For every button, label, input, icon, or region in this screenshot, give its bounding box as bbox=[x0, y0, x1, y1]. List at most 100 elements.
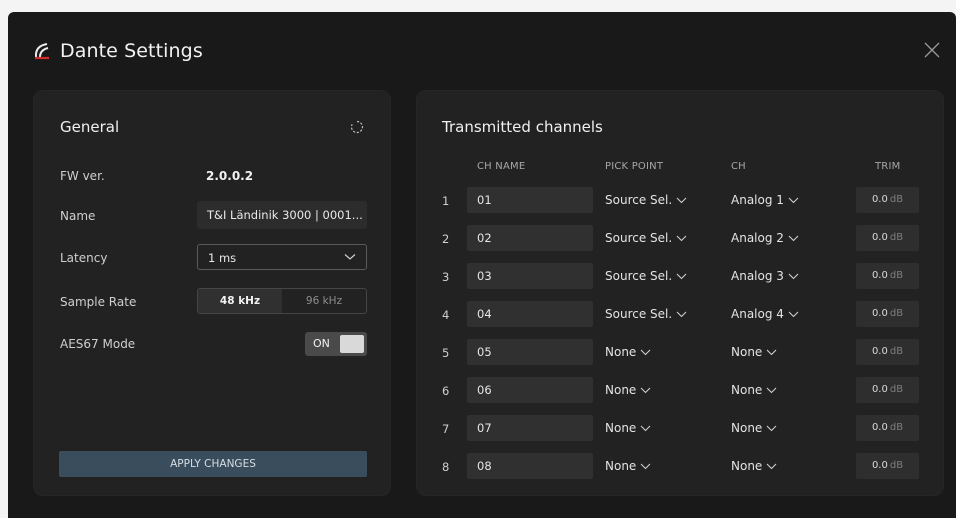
channel-source-dropdown[interactable]: Analog 1 bbox=[731, 193, 799, 207]
channel-row: 7 07 None None 0.0 dB bbox=[417, 415, 945, 441]
channel-name-field[interactable]: 06 bbox=[467, 377, 593, 403]
header-pick-point: PICK POINT bbox=[605, 161, 664, 172]
trim-unit: dB bbox=[889, 308, 904, 319]
chevron-down-icon bbox=[788, 197, 799, 204]
chevron-down-icon bbox=[676, 197, 687, 204]
chevron-down-icon bbox=[766, 349, 777, 356]
channel-row: 1 01 Source Sel. Analog 1 0.0 dB bbox=[417, 187, 945, 213]
channel-source-dropdown[interactable]: None bbox=[731, 345, 777, 359]
trim-field[interactable]: 0.0 dB bbox=[856, 377, 919, 403]
channel-name-field[interactable]: 08 bbox=[467, 453, 593, 479]
pick-point-dropdown[interactable]: Source Sel. bbox=[605, 193, 687, 207]
general-panel: General FW ver. 2.0.0.2 Name T&I Ländini… bbox=[33, 90, 391, 496]
channel-name-field[interactable]: 02 bbox=[467, 225, 593, 251]
trim-unit: dB bbox=[889, 460, 904, 471]
chevron-down-icon bbox=[766, 425, 777, 432]
chevron-down-icon bbox=[676, 273, 687, 280]
fw-label: FW ver. bbox=[60, 169, 105, 183]
chevron-down-icon bbox=[640, 387, 651, 394]
channel-name-field[interactable]: 04 bbox=[467, 301, 593, 327]
trim-field[interactable]: 0.0 dB bbox=[856, 415, 919, 441]
chevron-down-icon bbox=[788, 311, 799, 318]
trim-value: 0.0 bbox=[871, 422, 888, 433]
pick-point-value: None bbox=[605, 345, 637, 359]
channel-source-value: Analog 4 bbox=[731, 307, 784, 321]
pick-point-dropdown[interactable]: None bbox=[605, 459, 651, 473]
trim-unit: dB bbox=[889, 270, 904, 281]
channel-name-field[interactable]: 03 bbox=[467, 263, 593, 289]
trim-field[interactable]: 0.0 dB bbox=[856, 453, 919, 479]
general-title: General bbox=[60, 118, 120, 136]
pick-point-value: Source Sel. bbox=[605, 307, 673, 321]
dialog-title: Dante Settings bbox=[60, 40, 203, 62]
channel-number: 8 bbox=[442, 460, 450, 474]
refresh-icon[interactable] bbox=[350, 120, 364, 134]
sample-rate-48khz[interactable]: 48 kHz bbox=[198, 289, 282, 313]
trim-unit: dB bbox=[889, 232, 904, 243]
channel-source-value: Analog 1 bbox=[731, 193, 784, 207]
chevron-down-icon bbox=[640, 425, 651, 432]
channel-number: 7 bbox=[442, 422, 450, 436]
channel-name-field[interactable]: 07 bbox=[467, 415, 593, 441]
dante-logo-icon bbox=[34, 43, 49, 60]
pick-point-dropdown[interactable]: None bbox=[605, 345, 651, 359]
trim-value: 0.0 bbox=[871, 384, 888, 395]
name-label: Name bbox=[60, 209, 96, 223]
trim-field[interactable]: 0.0 dB bbox=[856, 301, 919, 327]
channel-source-dropdown[interactable]: Analog 3 bbox=[731, 269, 799, 283]
pick-point-value: Source Sel. bbox=[605, 231, 673, 245]
pick-point-value: None bbox=[605, 459, 637, 473]
device-name-field[interactable]: T&I Ländinik 3000 | 0001... bbox=[197, 201, 367, 229]
aes67-toggle[interactable]: ON bbox=[305, 332, 367, 356]
channel-source-dropdown[interactable]: None bbox=[731, 421, 777, 435]
trim-unit: dB bbox=[889, 422, 904, 433]
pick-point-dropdown[interactable]: Source Sel. bbox=[605, 307, 687, 321]
channel-row: 8 08 None None 0.0 dB bbox=[417, 453, 945, 479]
chevron-down-icon bbox=[640, 463, 651, 470]
chevron-down-icon bbox=[766, 463, 777, 470]
channel-row: 3 03 Source Sel. Analog 3 0.0 dB bbox=[417, 263, 945, 289]
close-icon[interactable] bbox=[922, 40, 942, 60]
channel-source-dropdown[interactable]: None bbox=[731, 383, 777, 397]
pick-point-dropdown[interactable]: Source Sel. bbox=[605, 269, 687, 283]
trim-field[interactable]: 0.0 dB bbox=[856, 263, 919, 289]
title-bar: Dante Settings bbox=[32, 40, 203, 62]
pick-point-dropdown[interactable]: None bbox=[605, 383, 651, 397]
channel-source-value: None bbox=[731, 459, 763, 473]
sample-rate-96khz[interactable]: 96 kHz bbox=[282, 289, 366, 313]
pick-point-dropdown[interactable]: None bbox=[605, 421, 651, 435]
pick-point-value: None bbox=[605, 383, 637, 397]
chevron-down-icon bbox=[676, 235, 687, 242]
channel-source-value: Analog 2 bbox=[731, 231, 784, 245]
aes67-toggle-label: ON bbox=[313, 337, 330, 350]
dante-settings-dialog: Dante Settings General FW ver. 2.0.0.2 N… bbox=[8, 12, 956, 518]
latency-value: 1 ms bbox=[208, 251, 237, 265]
channel-source-dropdown[interactable]: Analog 4 bbox=[731, 307, 799, 321]
chevron-down-icon bbox=[640, 349, 651, 356]
channel-number: 2 bbox=[442, 232, 450, 246]
channel-name-field[interactable]: 01 bbox=[467, 187, 593, 213]
channel-source-dropdown[interactable]: Analog 2 bbox=[731, 231, 799, 245]
trim-value: 0.0 bbox=[871, 308, 888, 319]
header-ch-name: CH NAME bbox=[477, 161, 526, 172]
fw-value: 2.0.0.2 bbox=[206, 169, 254, 183]
latency-select[interactable]: 1 ms bbox=[197, 244, 367, 270]
pick-point-value: Source Sel. bbox=[605, 193, 673, 207]
trim-field[interactable]: 0.0 dB bbox=[856, 339, 919, 365]
channel-row: 5 05 None None 0.0 dB bbox=[417, 339, 945, 365]
apply-changes-button[interactable]: APPLY CHANGES bbox=[59, 451, 367, 477]
trim-unit: dB bbox=[889, 384, 904, 395]
header-ch: CH bbox=[731, 161, 746, 172]
header-trim: TRIM bbox=[875, 161, 901, 172]
transmitted-channels-panel: Transmitted channels CH NAME PICK POINT … bbox=[416, 90, 944, 496]
trim-value: 0.0 bbox=[871, 232, 888, 243]
aes67-label: AES67 Mode bbox=[60, 337, 136, 351]
trim-field[interactable]: 0.0 dB bbox=[856, 225, 919, 251]
pick-point-value: None bbox=[605, 421, 637, 435]
pick-point-dropdown[interactable]: Source Sel. bbox=[605, 231, 687, 245]
chevron-down-icon bbox=[788, 235, 799, 242]
channel-source-dropdown[interactable]: None bbox=[731, 459, 777, 473]
channel-name-field[interactable]: 05 bbox=[467, 339, 593, 365]
channel-row: 4 04 Source Sel. Analog 4 0.0 dB bbox=[417, 301, 945, 327]
trim-field[interactable]: 0.0 dB bbox=[856, 187, 919, 213]
